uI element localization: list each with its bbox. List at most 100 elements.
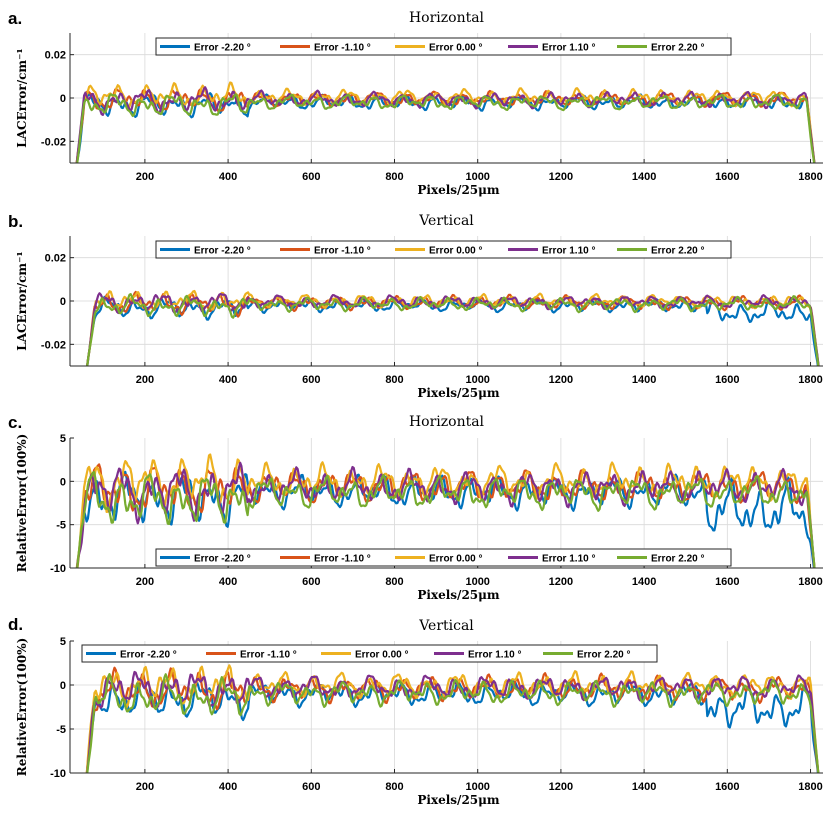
panel-b: b. Vertical 200 400 600 800 1000 1200 1400 1600 18… bbox=[8, 212, 823, 400]
x-tick-label: 800 bbox=[385, 576, 403, 588]
legend-label: Error 1.10 ° bbox=[542, 43, 595, 54]
legend-label: Error 0.00 ° bbox=[429, 246, 482, 257]
x-tick-label: 1200 bbox=[549, 576, 573, 588]
legend-label: Error 2.20 ° bbox=[651, 554, 704, 565]
panel-title: Horizontal bbox=[409, 10, 485, 26]
x-tick-label: 1400 bbox=[632, 781, 656, 793]
legend: Error -2.20 ° Error -1.10 ° Error 0.00 ° Er… bbox=[155, 37, 732, 56]
x-tick-label: 1600 bbox=[715, 576, 739, 588]
legend-label: Error 0.00 ° bbox=[355, 650, 408, 661]
x-tick-label: 400 bbox=[219, 576, 237, 588]
legend-label: Error -2.20 ° bbox=[120, 650, 177, 661]
series-group bbox=[75, 453, 816, 568]
x-tick-label: 400 bbox=[219, 171, 237, 183]
y-tick-label: 0 bbox=[60, 93, 66, 105]
series-line-0 bbox=[85, 677, 820, 773]
x-tick-label: 1600 bbox=[715, 374, 739, 386]
y-tick-label: 0.02 bbox=[45, 253, 66, 265]
x-tick-label: 1400 bbox=[632, 374, 656, 386]
y-tick-label: -5 bbox=[56, 724, 66, 736]
x-tick-label: 400 bbox=[219, 374, 237, 386]
x-tick-label: 200 bbox=[136, 171, 154, 183]
legend: Error -2.20 ° Error -1.10 ° Error 0.00 ° Er… bbox=[155, 548, 732, 567]
x-tick-label: 1000 bbox=[465, 576, 489, 588]
x-axis-label: Pixels/25μm bbox=[417, 793, 500, 807]
legend-label: Error 2.20 ° bbox=[651, 246, 704, 257]
y-axis-label: RelativeError(100%) bbox=[15, 434, 29, 573]
series-line-0 bbox=[86, 295, 820, 366]
y-axis-label: LACError/cm⁻¹ bbox=[15, 251, 29, 350]
y-axis-label: RelativeError(100%) bbox=[15, 638, 29, 777]
y-tick-label: 0 bbox=[60, 680, 66, 692]
legend-label: Error -1.10 ° bbox=[314, 246, 371, 257]
x-tick-label: 1200 bbox=[549, 781, 573, 793]
y-tick-label: -0.02 bbox=[41, 339, 66, 351]
panel-a: a. Horizontal 200 400 600 800 1000 1200 1400 1600… bbox=[8, 9, 823, 197]
x-tick-label: 1800 bbox=[798, 171, 822, 183]
x-axis-label: Pixels/25μm bbox=[417, 386, 500, 400]
x-tick-label: 200 bbox=[136, 374, 154, 386]
legend-label: Error 1.10 ° bbox=[542, 554, 595, 565]
x-tick-label: 600 bbox=[302, 171, 320, 183]
x-tick-label: 800 bbox=[385, 171, 403, 183]
x-tick-label: 1600 bbox=[715, 171, 739, 183]
legend-label: Error 0.00 ° bbox=[429, 43, 482, 54]
y-tick-label: -10 bbox=[50, 563, 66, 575]
x-tick-label: 400 bbox=[219, 781, 237, 793]
panel-letter: c. bbox=[8, 413, 22, 432]
x-tick-label: 1000 bbox=[465, 781, 489, 793]
panel-title: Vertical bbox=[418, 618, 474, 634]
legend-label: Error 2.20 ° bbox=[651, 43, 704, 54]
x-tick-label: 1400 bbox=[632, 576, 656, 588]
x-tick-label: 1800 bbox=[798, 781, 822, 793]
x-tick-label: 1000 bbox=[465, 374, 489, 386]
legend-label: Error 0.00 ° bbox=[429, 554, 482, 565]
series-group bbox=[85, 664, 820, 773]
x-axis-label: Pixels/25μm bbox=[417, 183, 500, 197]
y-tick-label: -0.02 bbox=[41, 136, 66, 148]
x-tick-label: 600 bbox=[302, 781, 320, 793]
x-tick-label: 1800 bbox=[798, 374, 822, 386]
legend-label: Error -1.10 ° bbox=[240, 650, 297, 661]
series-line-2 bbox=[75, 81, 816, 163]
panel-letter: a. bbox=[8, 9, 22, 28]
legend-label: Error -1.10 ° bbox=[314, 43, 371, 54]
x-tick-label: 800 bbox=[385, 374, 403, 386]
y-tick-label: 5 bbox=[60, 433, 66, 445]
y-tick-label: 5 bbox=[60, 636, 66, 648]
y-axis-label: LACError/cm⁻¹ bbox=[15, 48, 29, 147]
panel-c: c. Horizontal 200 400 600 800 1000 1200 1400 1600… bbox=[8, 413, 823, 602]
panel-letter: d. bbox=[8, 615, 23, 634]
x-tick-label: 1800 bbox=[798, 576, 822, 588]
x-tick-label: 200 bbox=[136, 781, 154, 793]
legend-label: Error 2.20 ° bbox=[577, 650, 630, 661]
y-tick-label: 0 bbox=[60, 476, 66, 488]
x-tick-label: 1000 bbox=[465, 171, 489, 183]
y-tick-label: 0.02 bbox=[45, 50, 66, 62]
y-tick-label: 0 bbox=[60, 296, 66, 308]
legend: Error -2.20 ° Error -1.10 ° Error 0.00 ° Er… bbox=[155, 240, 732, 259]
panel-title: Vertical bbox=[418, 213, 474, 229]
series-group bbox=[75, 81, 816, 163]
y-tick-label: -5 bbox=[56, 520, 66, 532]
x-axis-label: Pixels/25μm bbox=[417, 588, 500, 602]
x-tick-label: 1200 bbox=[549, 374, 573, 386]
legend-label: Error 1.10 ° bbox=[542, 246, 595, 257]
series-group bbox=[85, 289, 820, 366]
legend-label: Error -1.10 ° bbox=[314, 554, 371, 565]
x-tick-label: 200 bbox=[136, 576, 154, 588]
panel-letter: b. bbox=[8, 212, 23, 231]
x-tick-label: 600 bbox=[302, 374, 320, 386]
x-tick-label: 1400 bbox=[632, 171, 656, 183]
legend-label: Error -2.20 ° bbox=[194, 554, 251, 565]
panel-title: Horizontal bbox=[409, 414, 485, 430]
x-tick-label: 600 bbox=[302, 576, 320, 588]
figure: a. Horizontal 200 400 600 800 1000 1200 1400 1600… bbox=[8, 9, 823, 807]
panel-d: d. Vertical 200 400 600 800 1000 1200 1400 1600 18… bbox=[8, 615, 823, 807]
x-tick-label: 1600 bbox=[715, 781, 739, 793]
legend-label: Error 1.10 ° bbox=[468, 650, 521, 661]
legend-label: Error -2.20 ° bbox=[194, 246, 251, 257]
y-tick-label: -10 bbox=[50, 768, 66, 780]
x-tick-label: 800 bbox=[385, 781, 403, 793]
legend-label: Error -2.20 ° bbox=[194, 43, 251, 54]
